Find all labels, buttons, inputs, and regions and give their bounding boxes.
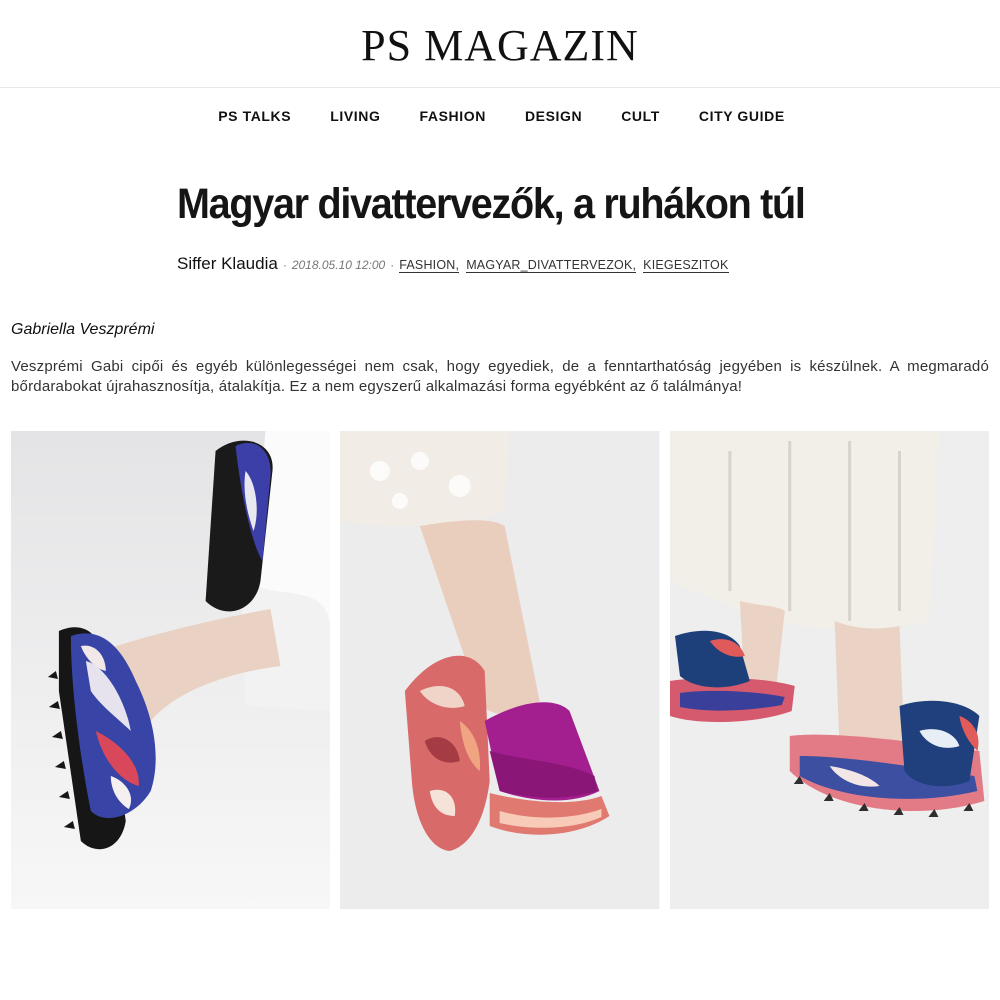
masthead: PS MAGAZIN [0,0,1000,88]
site-logo[interactable]: PS MAGAZIN [361,20,639,68]
tag-kiegeszitok[interactable]: KIEGESZITOK [643,258,729,273]
nav-item-cult[interactable]: CULT [621,108,660,124]
nav-item-design[interactable]: DESIGN [525,108,582,124]
nav-item-living[interactable]: LIVING [330,108,380,124]
nav-item-ps-talks[interactable]: PS TALKS [218,108,291,124]
meta-separator: · [282,258,287,272]
tag-magyar-divattervezok[interactable]: MAGYAR_DIVATTERVEZOK, [466,258,637,273]
author-name[interactable]: Siffer Klaudia [177,254,278,274]
designer-name: Gabriella Veszprémi [11,321,155,338]
article-paragraph: Veszprémi Gabi cipői és egyéb különleges… [11,358,989,395]
heeled-mule-illustration [340,431,660,909]
photo-gallery [11,431,989,909]
slide-sandal-illustration [11,431,331,909]
main-nav: PS TALKS LIVING FASHION DESIGN CULT CITY… [0,88,1000,144]
nav-item-city-guide[interactable]: CITY GUIDE [699,108,785,124]
meta-separator: · [390,258,395,272]
article-title: Magyar divattervezők, a ruhákon túl [177,180,806,228]
nav-item-fashion[interactable]: FASHION [420,108,486,124]
tag-fashion[interactable]: FASHION, [399,258,460,273]
article-meta: Siffer Klaudia · 2018.05.10 12:00 · FASH… [177,254,736,274]
bow-slides-illustration [669,431,989,909]
gallery-photo-slide-sandal[interactable] [11,431,331,909]
gallery-photo-bow-slides[interactable] [669,431,989,909]
publish-date: 2018.05.10 12:00 [291,258,386,272]
gallery-photo-heeled-mule[interactable] [340,431,660,909]
